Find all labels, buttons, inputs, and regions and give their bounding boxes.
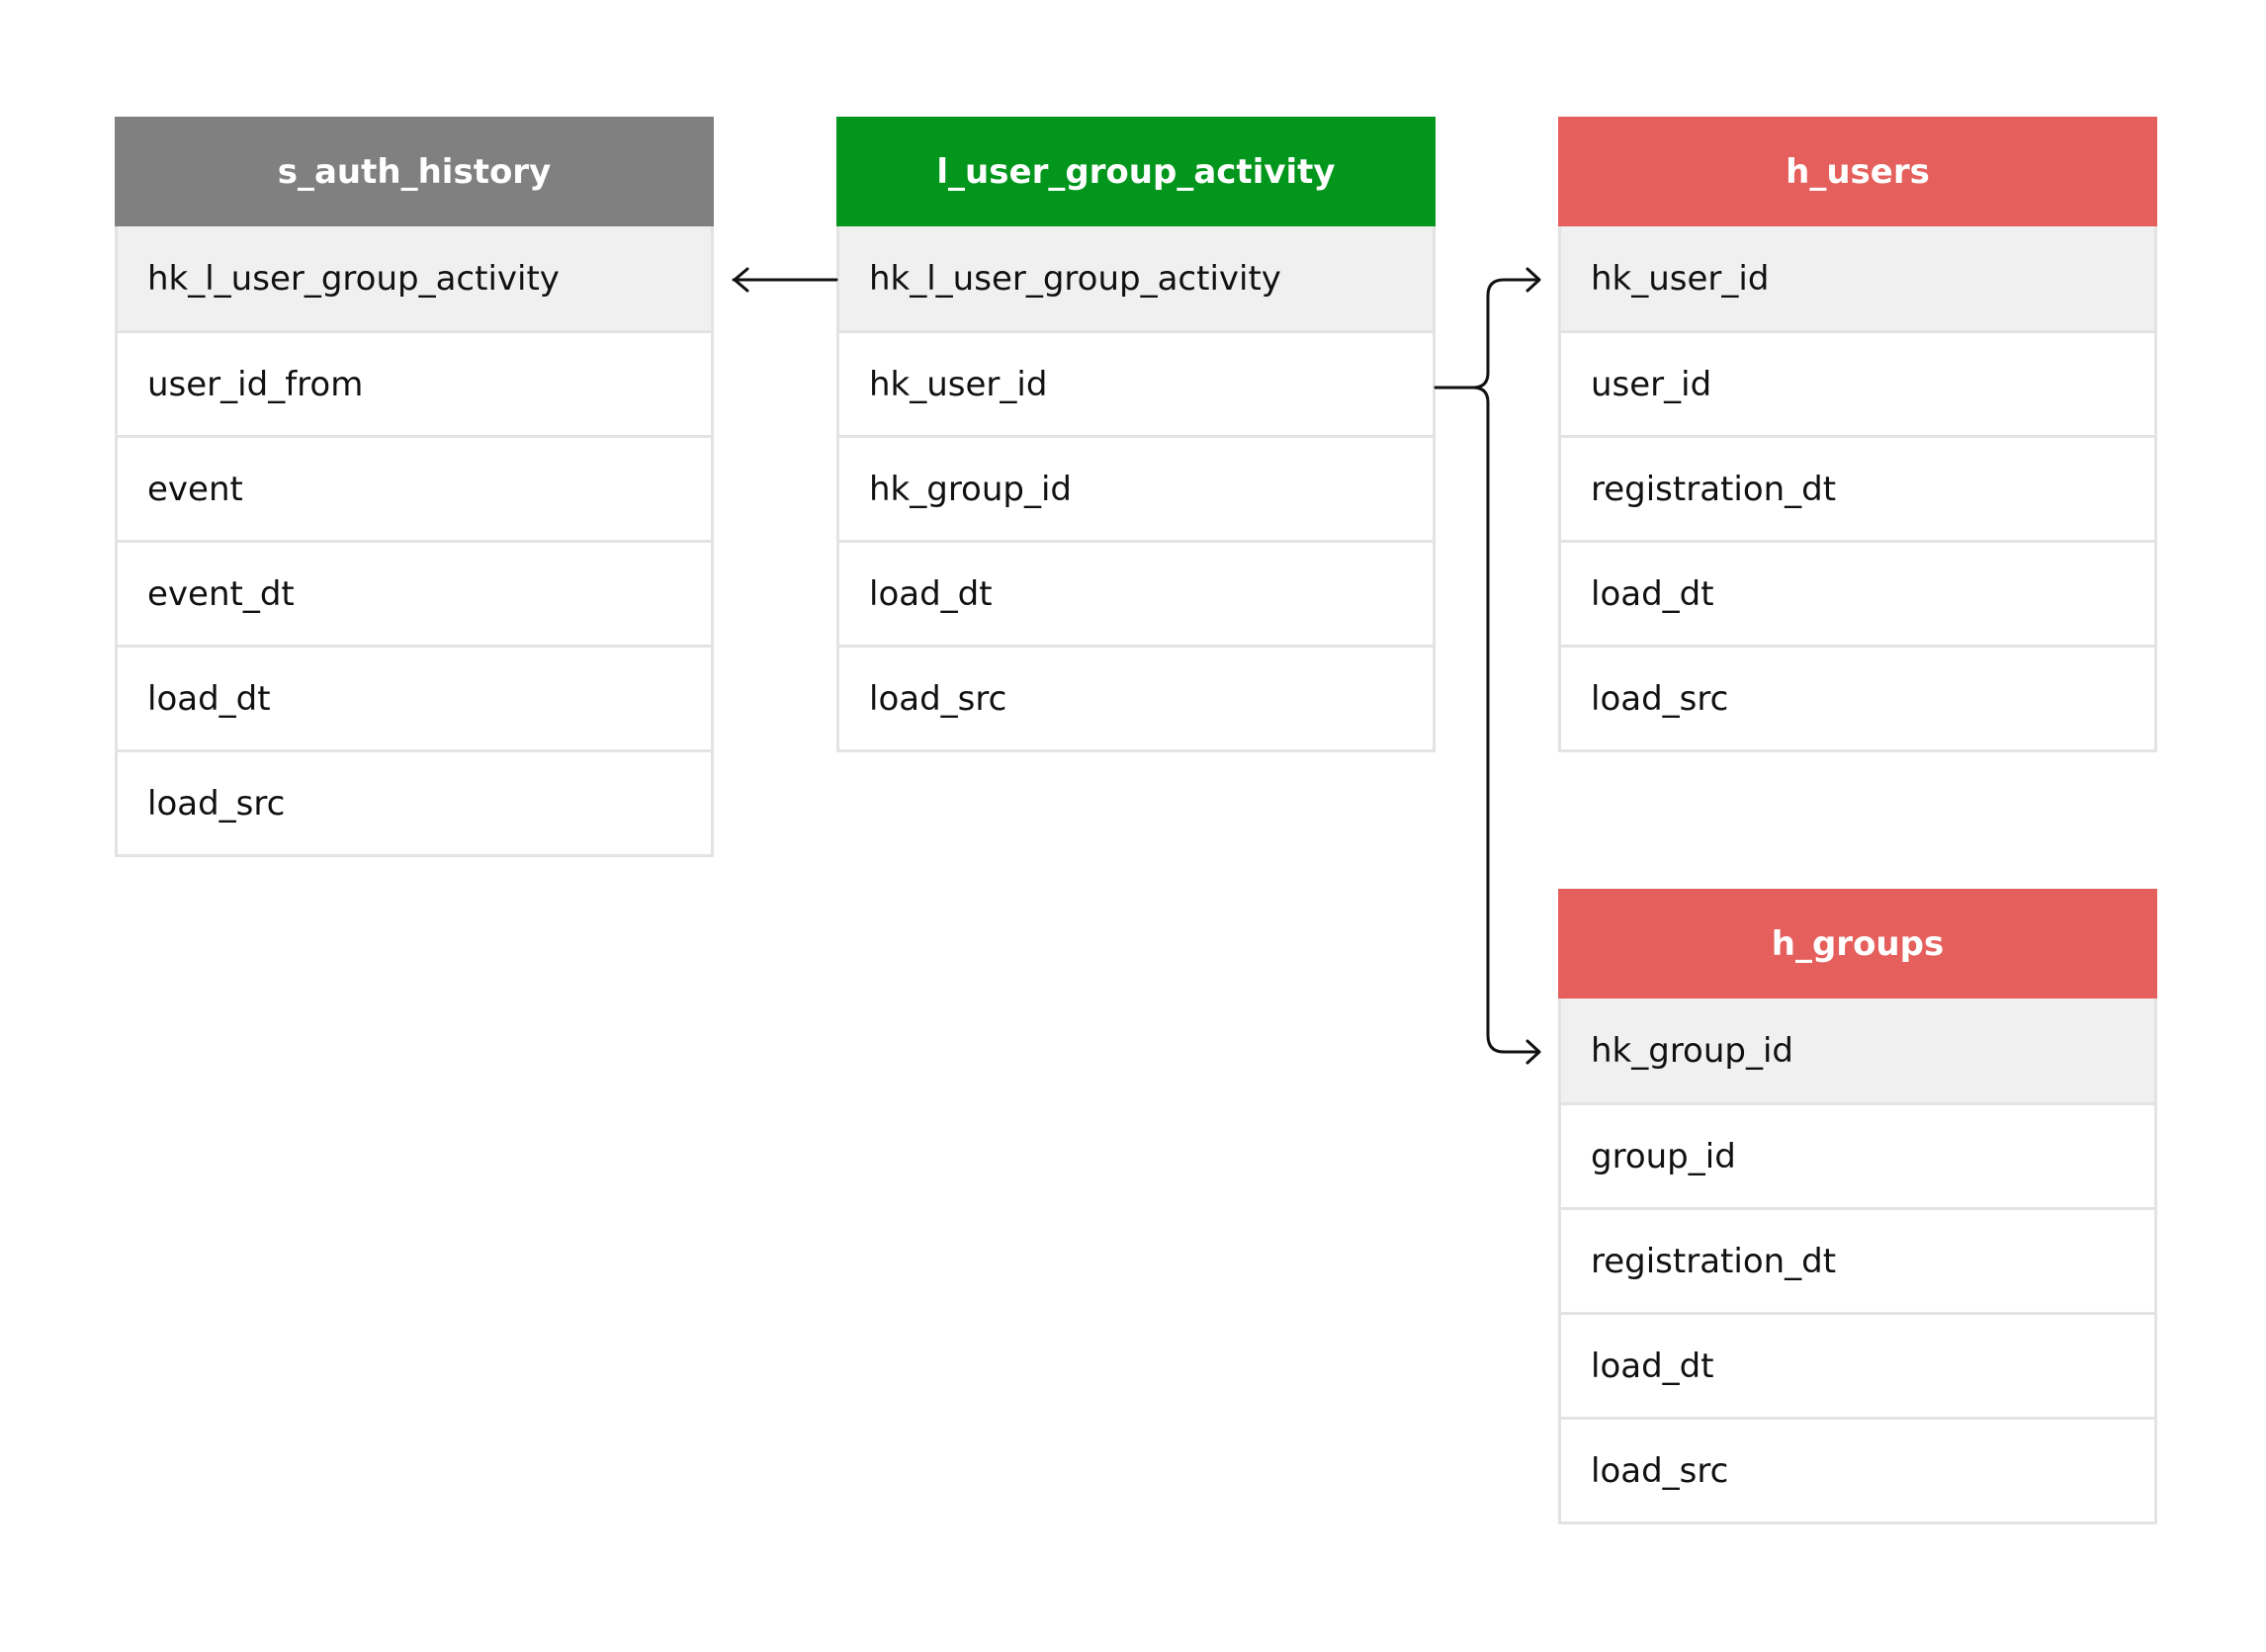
field-row: load_src [1561, 645, 2154, 749]
arrow-link-to-h-groups [1471, 386, 1540, 1054]
field-row: hk_group_id [839, 435, 1433, 540]
field-name: load_src [147, 783, 286, 824]
table-header-h-groups: h_groups [1558, 889, 2157, 999]
field-row: hk_user_id [839, 330, 1433, 435]
field-list: hk_user_id user_id registration_dt load_… [1558, 226, 2157, 752]
field-row: event_dt [118, 540, 711, 645]
field-row: load_src [839, 645, 1433, 749]
field-row: load_dt [839, 540, 1433, 645]
table-title: l_user_group_activity [936, 151, 1336, 192]
field-row: load_dt [1561, 540, 2154, 645]
field-row-key: hk_group_id [1561, 999, 2154, 1102]
arrow-head-right-icon [1525, 267, 1541, 293]
field-name: hk_group_id [1591, 1030, 1794, 1071]
field-name: registration_dt [1591, 469, 1837, 509]
field-row: load_dt [118, 645, 711, 749]
field-row: load_src [118, 749, 711, 854]
field-name: registration_dt [1591, 1241, 1837, 1281]
arrow-head-left-icon [733, 267, 749, 293]
table-title: h_groups [1771, 923, 1945, 964]
field-row: group_id [1561, 1102, 2154, 1207]
field-name: load_src [1591, 1450, 1729, 1491]
field-name: user_id [1591, 364, 1712, 404]
table-h-groups: h_groups hk_group_id group_id registrati… [1558, 889, 2157, 1524]
field-name: hk_user_id [869, 364, 1048, 404]
field-row: user_id_from [118, 330, 711, 435]
table-title: h_users [1786, 151, 1930, 192]
table-h-users: h_users hk_user_id user_id registration_… [1558, 117, 2157, 752]
table-title: s_auth_history [277, 151, 552, 192]
field-row-key: hk_user_id [1561, 226, 2154, 330]
table-s-auth-history: s_auth_history hk_l_user_group_activity … [115, 117, 714, 857]
field-name: load_dt [1591, 573, 1714, 614]
field-row: registration_dt [1561, 1207, 2154, 1312]
field-row: load_dt [1561, 1312, 2154, 1417]
field-name: load_src [1591, 678, 1729, 719]
table-header-s-auth-history: s_auth_history [115, 117, 714, 226]
field-name: event [147, 469, 243, 509]
arrow-link-to-h-users [1434, 278, 1540, 390]
field-row: load_src [1561, 1417, 2154, 1522]
field-name: event_dt [147, 573, 295, 614]
field-name: hk_l_user_group_activity [147, 258, 560, 299]
table-header-h-users: h_users [1558, 117, 2157, 226]
field-name: load_dt [869, 573, 993, 614]
field-name: group_id [1591, 1136, 1736, 1176]
field-list: hk_l_user_group_activity user_id_from ev… [115, 226, 714, 857]
field-name: user_id_from [147, 364, 364, 404]
field-name: hk_l_user_group_activity [869, 258, 1281, 299]
field-name: load_dt [1591, 1346, 1714, 1386]
field-name: load_src [869, 678, 1007, 719]
field-name: hk_user_id [1591, 258, 1770, 299]
arrow-head-right-icon [1525, 1039, 1541, 1065]
table-header-l-user-group-activity: l_user_group_activity [836, 117, 1436, 226]
field-row: event [118, 435, 711, 540]
field-row: registration_dt [1561, 435, 2154, 540]
field-row-key: hk_l_user_group_activity [839, 226, 1433, 330]
field-row-key: hk_l_user_group_activity [118, 226, 711, 330]
field-name: load_dt [147, 678, 271, 719]
table-l-user-group-activity: l_user_group_activity hk_l_user_group_ac… [836, 117, 1436, 752]
field-name: hk_group_id [869, 469, 1073, 509]
field-row: user_id [1561, 330, 2154, 435]
field-list: hk_l_user_group_activity hk_user_id hk_g… [836, 226, 1436, 752]
field-list: hk_group_id group_id registration_dt loa… [1558, 999, 2157, 1524]
